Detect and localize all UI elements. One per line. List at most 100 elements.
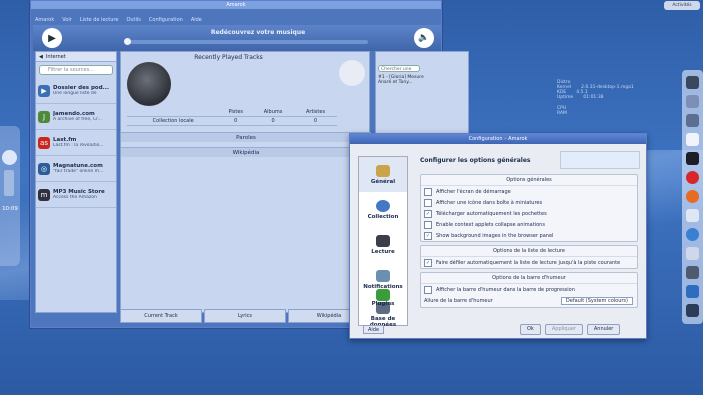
checkbox-checked[interactable]: ✓ <box>424 258 432 267</box>
service-item[interactable]: ▶ Dossier des pod... Une longue liste de <box>36 78 116 104</box>
option-label: Afficher l'écran de démarrage <box>436 188 511 195</box>
group-title: Options de la barre d'humeur <box>421 273 637 284</box>
settings-icon[interactable] <box>686 95 699 108</box>
lyrics-drawer[interactable]: Paroles <box>121 132 371 142</box>
option-label: Télécharger automatiquement les pochette… <box>436 210 547 217</box>
checkbox[interactable] <box>424 285 432 294</box>
play-button[interactable]: ▶ <box>42 28 62 48</box>
sources-panel: ◀ Internet Filtrer la sources... ▶ Dossi… <box>35 51 117 313</box>
service-item[interactable]: ◎ Magnatune.com "fair trade" online m... <box>36 156 116 182</box>
service-item[interactable]: as Last.fm Last.fm : la révolutio... <box>36 130 116 156</box>
menu-help[interactable]: Aide <box>191 17 202 25</box>
progress-slider[interactable] <box>128 40 368 44</box>
magnatune-icon: ◎ <box>38 162 50 175</box>
option-row[interactable]: ✓ Télécharger automatiquement les pochett… <box>421 208 637 219</box>
tab-lyrics[interactable]: Lyrics <box>204 309 286 323</box>
sysinfo-value: 01:01:38 <box>583 95 604 100</box>
option-row[interactable]: ✓ Show background images in the browser p… <box>421 230 637 241</box>
cancel-button[interactable]: Annuler <box>586 324 621 335</box>
option-row[interactable]: Enable context applets collapse animatio… <box>421 219 637 230</box>
sysinfo-key: Uptime <box>557 95 574 100</box>
collection-stats: Pistes Albums Artistes Collection locale… <box>127 108 337 126</box>
stats-cell: Collection locale <box>127 116 220 126</box>
speaker-icon: 🔈 <box>418 33 430 43</box>
stats-header: Artistes <box>294 108 337 117</box>
nav-plugins[interactable]: Plugins <box>365 289 401 319</box>
file-icon[interactable] <box>686 247 699 260</box>
menu-playlist[interactable]: Liste de lecture <box>80 17 119 25</box>
tab-current-track[interactable]: Current Track <box>120 309 202 323</box>
podcast-icon: ▶ <box>38 84 50 97</box>
stats-cell: 0 <box>294 116 337 126</box>
nav-collection[interactable]: Collection <box>359 192 407 227</box>
checkbox[interactable] <box>424 187 432 196</box>
amarok-titlebar[interactable]: Amarok <box>31 1 441 9</box>
checkbox[interactable] <box>424 198 432 207</box>
config-heading: Configurer les options générales <box>420 157 531 164</box>
document-icon[interactable] <box>686 209 699 222</box>
playback-icon <box>376 234 390 247</box>
service-desc: Last.fm : la révolutio... <box>53 143 104 148</box>
terminal-icon[interactable] <box>686 152 699 165</box>
menu-tools[interactable]: Outils <box>126 17 140 25</box>
tray-icons[interactable] <box>4 170 14 196</box>
back-icon[interactable]: ◀ <box>39 54 43 60</box>
stats-header <box>127 108 220 117</box>
progress-knob[interactable] <box>124 38 131 45</box>
checkbox[interactable] <box>424 220 432 229</box>
network-icon[interactable] <box>686 228 699 241</box>
wikipedia-drawer[interactable]: Wikipédia <box>121 147 371 157</box>
plugins-icon <box>376 289 390 301</box>
album-cover-icon <box>339 60 365 86</box>
context-tabs: Current Track Lyrics Wikipédia <box>120 309 370 323</box>
opera-icon[interactable] <box>686 171 699 184</box>
service-desc: Access the Amazon <box>53 195 97 200</box>
player-icon[interactable] <box>686 304 699 317</box>
playlist-search-input[interactable]: Chercher une <box>378 65 420 72</box>
help-button[interactable]: Aide <box>363 325 385 334</box>
firefox-icon[interactable] <box>686 190 699 203</box>
checkbox-checked[interactable]: ✓ <box>424 231 432 240</box>
service-item[interactable]: J Jamendo.com A archive of free, Cr... <box>36 104 116 130</box>
checkbox-checked[interactable]: ✓ <box>424 209 432 218</box>
amarok-wolf-logo <box>127 62 171 106</box>
menu-voir[interactable]: Voir <box>62 17 72 25</box>
monitor-icon[interactable] <box>686 76 699 89</box>
group-title: Options de la liste de lecture <box>421 246 637 257</box>
editor-icon[interactable] <box>686 133 699 146</box>
tools-icon[interactable] <box>686 114 699 127</box>
stats-cell: 0 <box>252 116 295 126</box>
option-label: Afficher une icône dans boîte à miniatur… <box>436 199 543 206</box>
menu-configuration[interactable]: Configuration <box>149 17 183 25</box>
moodbar-style-select[interactable]: Default (System colours) <box>560 296 633 305</box>
nav-playback[interactable]: Lecture <box>359 227 407 262</box>
collection-icon <box>376 199 390 212</box>
option-row[interactable]: ✓ Faire défiler automatiquement la liste … <box>421 257 637 268</box>
launcher-icon[interactable] <box>2 150 17 165</box>
activities-button[interactable]: Activités <box>664 1 700 10</box>
menu-amarok[interactable]: Amarok <box>35 17 54 25</box>
option-row[interactable]: Afficher la barre d'humeur dans la barre… <box>421 284 637 295</box>
config-titlebar[interactable]: Configuration – Amarok <box>350 134 646 144</box>
sources-filter-input[interactable]: Filtrer la sources... <box>39 65 113 75</box>
left-panel <box>0 126 20 266</box>
apply-button[interactable]: Appliquer <box>544 324 583 335</box>
moodbar-options-group: Options de la barre d'humeur Afficher la… <box>420 272 638 308</box>
ok-button[interactable]: Ok <box>520 324 541 335</box>
option-row[interactable]: Afficher une icône dans boîte à miniatur… <box>421 197 637 208</box>
wrench-icon[interactable] <box>686 285 699 298</box>
nav-general[interactable]: Général <box>359 157 407 192</box>
playlist-item[interactable]: #1 - [Gloria] Mesure Anaré et Tony... <box>378 75 466 85</box>
service-item[interactable]: m MP3 Music Store Access the Amazon <box>36 182 116 208</box>
sysinfo-key: RAM <box>557 111 567 116</box>
panel-clock[interactable]: 10:09 <box>0 206 20 212</box>
option-row[interactable]: Afficher l'écran de démarrage <box>421 186 637 197</box>
context-view: Recently Played Tracks Pistes Albums Art… <box>120 51 371 313</box>
internet-tab[interactable]: Internet <box>46 54 66 60</box>
playlist-item-artist: Anaré et Tony... <box>378 80 413 85</box>
recent-tracks-title: Recently Played Tracks <box>194 54 263 61</box>
wolf-icon[interactable] <box>686 266 699 279</box>
general-options-group: Options générales Afficher l'écran de dé… <box>420 174 638 242</box>
service-desc: A archive of free, Cr... <box>53 117 102 122</box>
volume-button[interactable]: 🔈 <box>414 28 434 48</box>
